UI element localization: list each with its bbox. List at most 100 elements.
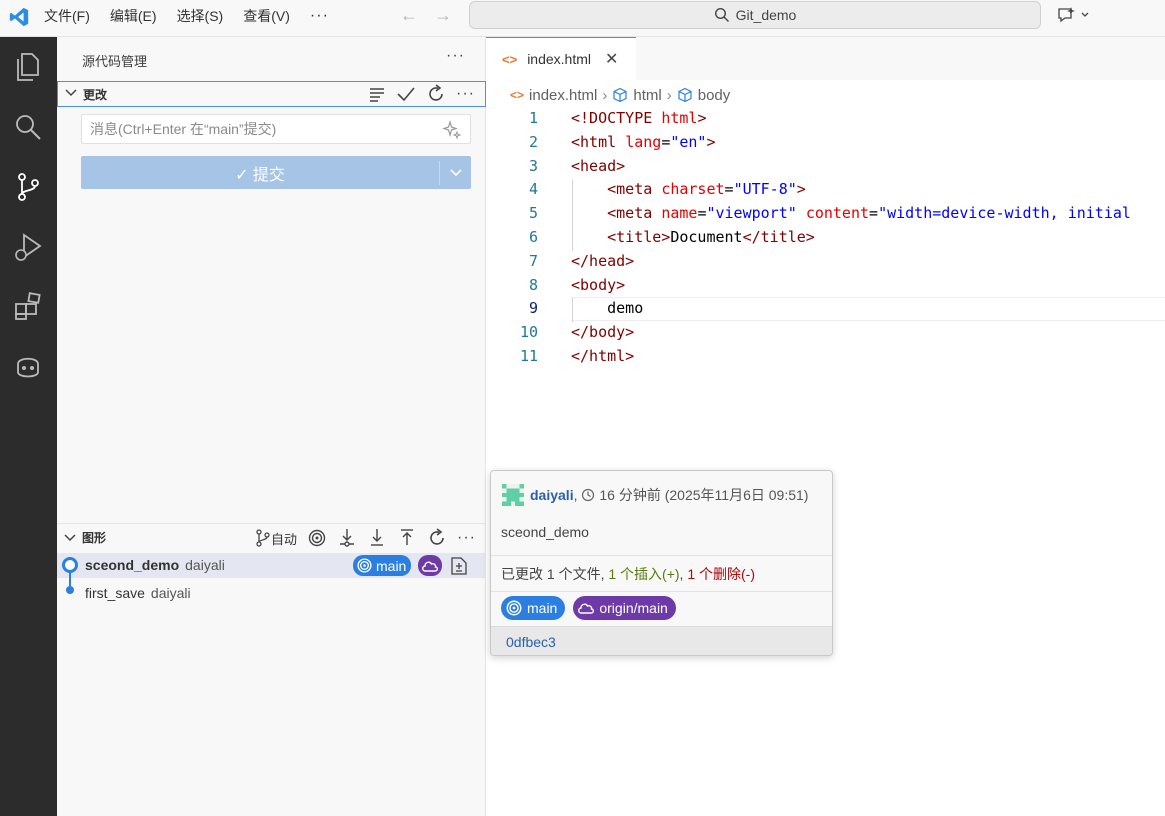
avatar: [502, 484, 524, 506]
commit-message: first_save: [85, 585, 145, 601]
forward-arrow-icon[interactable]: →: [434, 5, 452, 26]
menu-bar: 文件(F) 编辑(E) 选择(S) 查看(V) ···: [44, 0, 349, 32]
vscode-logo-icon: [9, 7, 29, 27]
source-control-panel: 源代码管理 ··· 更改 ··· 消息(Ctrl+Enter 在“main”提交…: [57, 37, 486, 816]
hover-badge-origin[interactable]: origin/main: [573, 596, 676, 620]
sparkle-icon[interactable]: [442, 120, 462, 140]
code-line: 7 </head>: [528, 251, 635, 270]
graph-more-button[interactable]: ···: [457, 529, 476, 547]
run-debug-icon[interactable]: [10, 229, 46, 265]
refresh-icon[interactable]: [427, 528, 447, 548]
history-icon: [582, 488, 595, 502]
hover-stats: 已更改 1 个文件, 1 个插入(+), 1 个删除(-): [501, 564, 755, 584]
chevron-down-icon: [64, 534, 76, 542]
stats-deletions: 1 个删除(-): [687, 566, 755, 582]
tab-label: index.html: [527, 51, 591, 67]
remote-badge: [418, 555, 442, 576]
refresh-icon[interactable]: [426, 84, 446, 104]
hover-commit-message: sceond_demo: [501, 524, 589, 540]
divider: [491, 555, 832, 556]
hover-badges: main origin/main: [501, 596, 684, 620]
changes-label: 更改: [83, 87, 108, 102]
code-line: 4 <meta charset="UTF-8">: [528, 180, 806, 199]
commit-title: first_save daiyali: [85, 585, 191, 601]
code-line: 6 <title>Document</title>: [528, 228, 815, 246]
hover-badge-main[interactable]: main: [501, 596, 566, 620]
push-icon[interactable]: [397, 528, 417, 548]
hover-badge-origin-label: origin/main: [599, 600, 668, 616]
code-line: 10 </body>: [519, 323, 635, 342]
title-bar: 文件(F) 编辑(E) 选择(S) 查看(V) ··· ← → Git_demo: [0, 0, 1165, 37]
commit-check-icon[interactable]: [396, 85, 416, 103]
indent-guide: [572, 298, 573, 322]
fetch-icon[interactable]: [337, 528, 357, 548]
commit-title: sceond_demo daiyali: [85, 557, 225, 573]
chevron-right-icon: ›: [666, 86, 672, 104]
menu-edit[interactable]: 编辑(E): [110, 6, 157, 26]
indent-guide: [572, 180, 573, 251]
breadcrumb-file[interactable]: index.html: [529, 87, 597, 104]
source-control-icon[interactable]: [10, 169, 46, 205]
copilot-icon[interactable]: [10, 349, 46, 385]
target-icon: [506, 600, 522, 616]
element-icon: [613, 87, 627, 103]
commit-dropdown-button[interactable]: [440, 166, 471, 180]
changes-section-header[interactable]: 更改 ···: [57, 81, 486, 107]
breadcrumb-body[interactable]: body: [698, 87, 731, 104]
hover-time: 16 分钟前 (2025年11月6日 09:51): [599, 487, 809, 503]
element-icon: [678, 87, 692, 103]
changes-actions: ···: [358, 84, 475, 104]
commit-message: sceond_demo: [85, 557, 180, 573]
auto-branch-filter[interactable]: 自动: [255, 529, 297, 548]
view-as-list-icon[interactable]: [368, 85, 386, 103]
menu-file[interactable]: 文件(F): [44, 6, 90, 26]
menu-view[interactable]: 查看(V): [243, 6, 290, 26]
stats-insertions: 1 个插入(+): [608, 566, 680, 582]
html-file-icon: <>: [510, 88, 525, 102]
copilot-chat-icon[interactable]: [1056, 5, 1090, 25]
chevron-down-icon: [65, 89, 77, 97]
commit-author: daiyali: [185, 557, 225, 573]
menu-more-button[interactable]: ···: [310, 7, 329, 25]
commit-button-main[interactable]: ✓ 提交: [81, 161, 439, 185]
command-center-search[interactable]: Git_demo: [469, 1, 1041, 29]
commit-hover-card: daiyali, 16 分钟前 (2025年11月6日 09:51) sceon…: [490, 470, 833, 656]
close-icon[interactable]: ✕: [605, 49, 618, 69]
graph-actions: 自动 ···: [245, 528, 476, 548]
hover-header: daiyali, 16 分钟前 (2025年11月6日 09:51): [502, 484, 808, 506]
commit-node-icon: [66, 578, 74, 594]
git-branch-icon: [256, 529, 270, 547]
open-changes-icon[interactable]: [450, 556, 468, 576]
target-icon[interactable]: [307, 528, 327, 548]
more-actions-button[interactable]: ···: [456, 85, 475, 103]
pull-icon[interactable]: [367, 528, 387, 548]
search-icon[interactable]: [10, 109, 46, 145]
hover-author[interactable]: daiyali: [530, 487, 574, 503]
code-line: 5 <meta name="viewport" content="width=d…: [528, 204, 1131, 223]
hover-footer: 0dfbec3: [491, 626, 832, 655]
hover-badge-main-label: main: [527, 600, 558, 616]
activity-bar: [0, 37, 57, 816]
graph-commit-row[interactable]: sceond_demo daiyali main: [57, 553, 486, 578]
search-text: Git_demo: [735, 7, 797, 23]
code-editor[interactable]: 1 <!DOCTYPE html> 2 <html lang="en"> 3 <hea…: [486, 107, 1165, 407]
back-arrow-icon[interactable]: ←: [400, 5, 418, 26]
menu-selection[interactable]: 选择(S): [177, 6, 224, 26]
panel-title: 源代码管理: [82, 54, 148, 69]
stats-prefix: 已更改 1 个文件,: [501, 566, 609, 582]
breadcrumb-html[interactable]: html: [633, 87, 661, 104]
commit-button[interactable]: ✓ 提交: [81, 156, 471, 189]
cloud-icon: [422, 561, 439, 572]
graph-commit-row[interactable]: first_save daiyali: [57, 578, 486, 606]
commit-message-placeholder: 消息(Ctrl+Enter 在“main”提交): [90, 121, 277, 137]
explorer-icon[interactable]: [10, 49, 46, 85]
commit-hash[interactable]: 0dfbec3: [506, 634, 556, 650]
extensions-icon[interactable]: [10, 289, 46, 325]
cloud-icon: [578, 603, 595, 614]
tab-index-html[interactable]: <> index.html ✕: [486, 37, 636, 80]
graph-section-header[interactable]: 图形 自动 ···: [57, 523, 486, 551]
commit-message-input[interactable]: 消息(Ctrl+Enter 在“main”提交): [81, 114, 471, 144]
branch-badge-main: main: [353, 555, 412, 576]
search-icon: [714, 7, 729, 22]
panel-more-button[interactable]: ···: [446, 47, 465, 65]
